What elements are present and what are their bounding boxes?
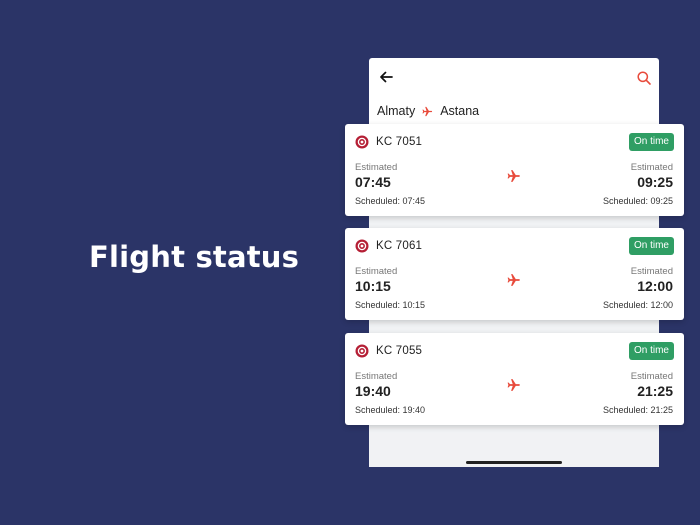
flight-number: KC 7055: [376, 345, 423, 357]
flight-number: KC 7061: [376, 240, 423, 252]
departure-scheduled: Scheduled: 07:45: [355, 196, 426, 206]
airline-logo-icon: [355, 344, 369, 358]
route-header: Almaty Astana: [377, 102, 479, 120]
arrival-scheduled: Scheduled: 12:00: [602, 300, 673, 310]
arrival-scheduled: Scheduled: 09:25: [602, 196, 673, 206]
arrival-estimated-label: Estimated: [630, 266, 673, 277]
status-badge: On time: [628, 237, 674, 255]
arrival-time: 12:00: [637, 278, 673, 294]
status-badge: On time: [628, 133, 674, 151]
arrival-estimated-label: Estimated: [630, 371, 673, 382]
departure-estimated-label: Estimated: [355, 371, 398, 382]
departure-scheduled: Scheduled: 10:15: [355, 300, 426, 310]
search-icon[interactable]: [636, 70, 652, 86]
plane-icon: [507, 273, 521, 287]
flight-number: KC 7051: [376, 136, 423, 148]
status-badge: On time: [628, 342, 674, 360]
flight-card[interactable]: KC 7061 On time Estimated 10:15 Schedule…: [345, 228, 684, 320]
departure-scheduled: Scheduled: 19:40: [355, 405, 426, 415]
arrival-estimated-label: Estimated: [630, 162, 673, 173]
flight-card[interactable]: KC 7051 On time Estimated 07:45 Schedule…: [345, 124, 684, 216]
route-origin: Almaty: [377, 104, 416, 118]
back-arrow-icon[interactable]: [378, 69, 394, 85]
departure-time: 19:40: [355, 383, 391, 399]
departure-time: 07:45: [355, 174, 391, 190]
arrival-time: 09:25: [637, 174, 673, 190]
plane-icon: [507, 378, 521, 392]
route-destination: Astana: [440, 104, 480, 118]
departure-estimated-label: Estimated: [355, 266, 398, 277]
flight-card[interactable]: KC 7055 On time Estimated 19:40 Schedule…: [345, 333, 684, 425]
departure-time: 10:15: [355, 278, 391, 294]
airline-logo-icon: [355, 239, 369, 253]
arrival-time: 21:25: [637, 383, 673, 399]
page-headline: Flight status: [89, 240, 300, 274]
airline-logo-icon: [355, 135, 369, 149]
plane-icon: [422, 106, 433, 117]
home-indicator: [466, 461, 562, 464]
plane-icon: [507, 169, 521, 183]
departure-estimated-label: Estimated: [355, 162, 398, 173]
arrival-scheduled: Scheduled: 21:25: [602, 405, 673, 415]
top-bar: [369, 58, 659, 100]
